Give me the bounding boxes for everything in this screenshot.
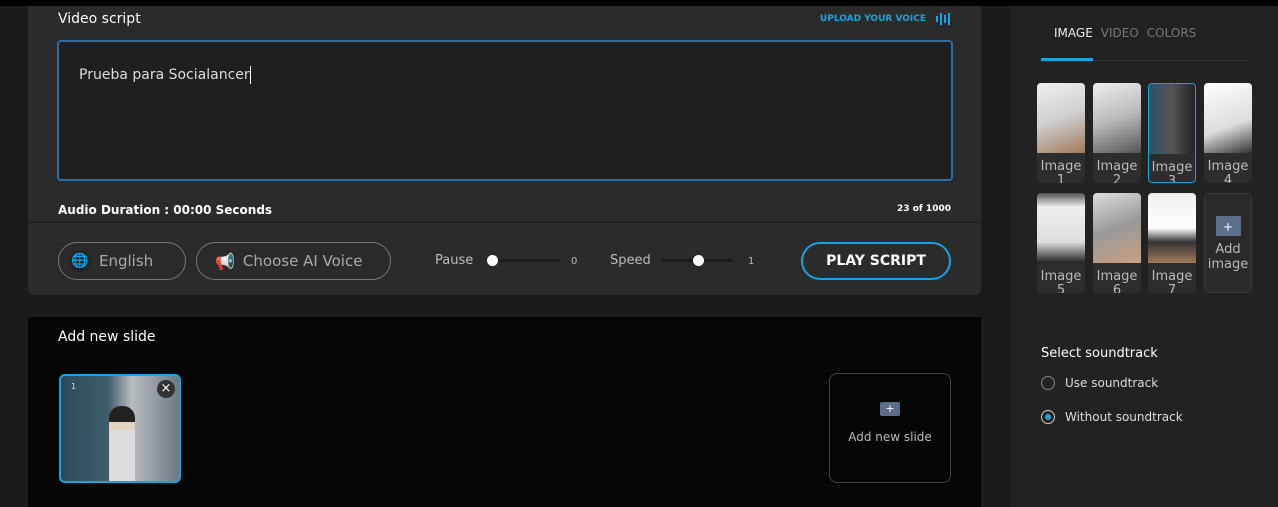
image-label: Image 6: [1096, 269, 1138, 294]
radio-label: Without soundtrack: [1065, 410, 1183, 424]
image-thumb-2[interactable]: Image 2: [1093, 83, 1141, 183]
script-text: Prueba para Socialancer: [79, 67, 250, 83]
image-label: Image 5: [1040, 269, 1082, 294]
tab-colors[interactable]: COLORS: [1147, 26, 1196, 40]
add-image-icon: +: [1215, 216, 1241, 236]
speed-slider-handle[interactable]: [693, 255, 704, 266]
image-thumb-3[interactable]: Image 3: [1148, 83, 1196, 183]
language-label: English: [99, 252, 154, 270]
add-slide-label: Add new slide: [848, 430, 932, 444]
divider: [28, 222, 981, 223]
slide-thumbnail[interactable]: 1 ×: [59, 374, 181, 483]
image-thumb-4[interactable]: Image 4: [1204, 83, 1252, 183]
char-count: 23 of 1000: [897, 204, 951, 214]
add-slide-button[interactable]: + Add new slide: [829, 373, 951, 483]
language-button[interactable]: 🌐 English: [58, 242, 186, 280]
pause-slider[interactable]: [488, 259, 560, 262]
radio-without-soundtrack[interactable]: Without soundtrack: [1041, 410, 1183, 424]
audio-wave-icon[interactable]: [936, 13, 951, 25]
video-script-panel: Video script UPLOAD YOUR VOICE Prueba pa…: [28, 6, 981, 295]
speed-value: 1: [748, 256, 755, 267]
radio-selected-icon[interactable]: [1041, 410, 1055, 424]
pause-value: 0: [571, 256, 578, 267]
avatar-person: [109, 406, 135, 481]
image-label: Image 2: [1096, 159, 1138, 184]
image-thumb-5[interactable]: Image 5: [1037, 193, 1085, 293]
choose-voice-button[interactable]: 📢 Choose AI Voice: [196, 242, 391, 280]
voice-label: Choose AI Voice: [242, 252, 363, 270]
close-icon[interactable]: ×: [157, 380, 175, 398]
image-thumb-7[interactable]: Image 7: [1148, 193, 1196, 293]
radio-icon[interactable]: [1041, 376, 1055, 390]
image-thumb-6[interactable]: Image 6: [1093, 193, 1141, 293]
add-image-button[interactable]: + Add image: [1204, 193, 1252, 293]
slide-number: 1: [71, 382, 77, 391]
image-label: Image 3: [1151, 160, 1193, 183]
image-label: Image 1: [1040, 159, 1082, 184]
speed-label: Speed: [610, 253, 651, 268]
image-thumb-1[interactable]: Image 1: [1037, 83, 1085, 183]
slides-title: Add new slide: [58, 329, 156, 345]
section-title: Video script: [58, 11, 141, 27]
script-textarea[interactable]: Prueba para Socialancer: [57, 40, 953, 181]
play-script-button[interactable]: PLAY SCRIPT: [801, 242, 951, 280]
tab-video[interactable]: VIDEO: [1101, 26, 1139, 40]
active-tab-indicator: [1041, 58, 1093, 61]
add-video-icon: +: [880, 402, 900, 416]
pause-label: Pause: [435, 253, 474, 268]
slides-panel: Add new slide 1 × + Add new slide: [28, 317, 981, 507]
globe-icon: 🌐: [69, 250, 91, 272]
megaphone-icon: 📢: [215, 251, 235, 271]
upload-voice-link[interactable]: UPLOAD YOUR VOICE: [820, 14, 926, 24]
add-image-label: Add image: [1207, 242, 1249, 272]
soundtrack-title: Select soundtrack: [1041, 346, 1158, 361]
image-label: Image 4: [1207, 159, 1249, 184]
radio-label: Use soundtrack: [1065, 376, 1159, 390]
radio-use-soundtrack[interactable]: Use soundtrack: [1041, 376, 1158, 390]
pause-slider-handle[interactable]: [487, 255, 498, 266]
image-label: Image 7: [1151, 269, 1193, 294]
tab-image[interactable]: IMAGE: [1054, 26, 1093, 40]
audio-duration: Audio Duration : 00:00 Seconds: [58, 203, 273, 217]
